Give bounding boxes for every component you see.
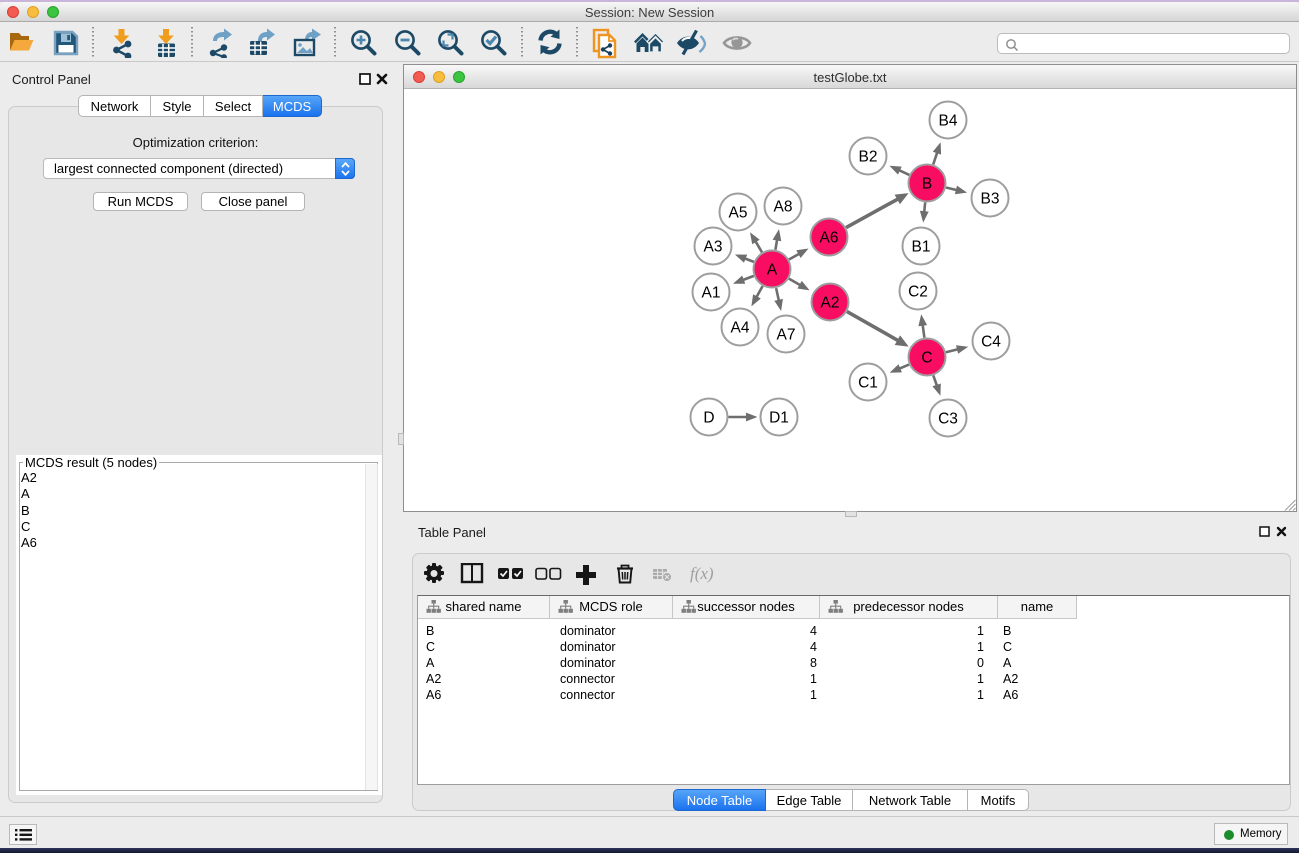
- svg-text:A: A: [767, 262, 778, 279]
- svg-text:C3: C3: [938, 411, 958, 428]
- svg-text:A2: A2: [821, 295, 840, 312]
- svg-text:C2: C2: [908, 284, 928, 301]
- svg-text:B: B: [922, 176, 932, 193]
- svg-text:A3: A3: [704, 239, 723, 256]
- svg-text:A7: A7: [777, 327, 796, 344]
- svg-text:D: D: [703, 410, 714, 427]
- svg-text:C1: C1: [858, 375, 878, 392]
- svg-text:A8: A8: [774, 199, 793, 216]
- svg-text:f(x): f(x): [690, 564, 714, 583]
- svg-text:B2: B2: [859, 149, 878, 166]
- svg-text:A4: A4: [731, 320, 750, 337]
- svg-text:D1: D1: [769, 410, 789, 427]
- svg-text:A1: A1: [702, 285, 721, 302]
- svg-text:B4: B4: [939, 113, 958, 130]
- svg-text:A6: A6: [820, 230, 839, 247]
- svg-text:A5: A5: [729, 205, 748, 222]
- svg-text:C: C: [921, 350, 932, 367]
- svg-text:B1: B1: [912, 239, 931, 256]
- svg-text:B3: B3: [981, 191, 1000, 208]
- svg-text:C4: C4: [981, 334, 1001, 351]
